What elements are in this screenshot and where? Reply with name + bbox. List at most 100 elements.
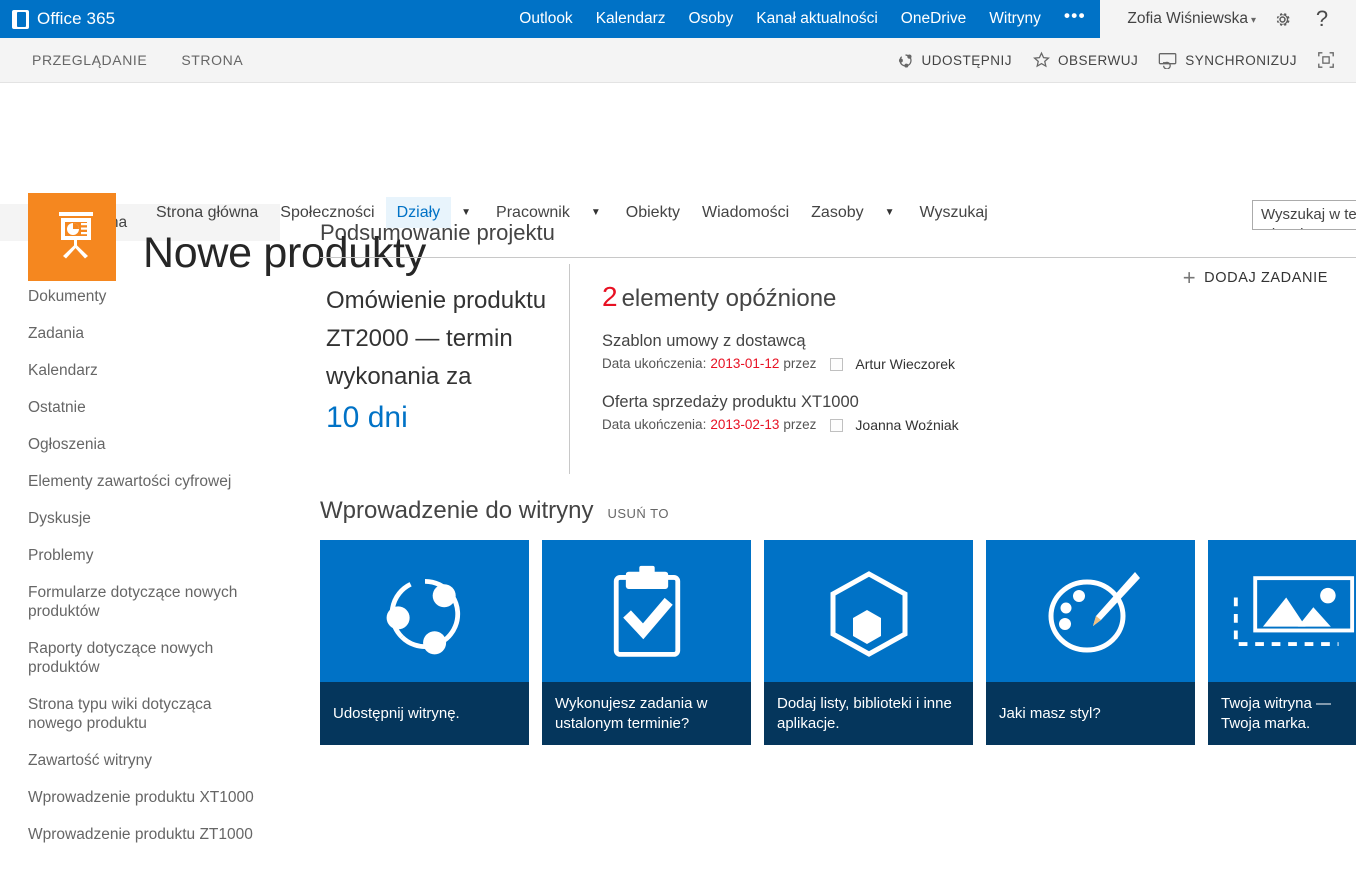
topnav-item-zasoby[interactable]: Zasoby bbox=[800, 197, 874, 228]
get-started-tiles: Udostępnij witrynę. Wykonujesz zadania w… bbox=[320, 540, 1356, 745]
topnav-item-strona-glowna[interactable]: Strona główna bbox=[145, 197, 269, 228]
ribbon-tab-list: PRZEGLĄDANIE STRONA bbox=[32, 38, 243, 82]
sync-icon bbox=[1158, 52, 1178, 69]
task-row[interactable]: Oferta sprzedaży produktu XT1000 Data uk… bbox=[602, 391, 1356, 434]
share-label: UDOSTĘPNIJ bbox=[921, 52, 1012, 68]
presentation-chart-icon bbox=[43, 206, 101, 269]
top-navigation: Strona główna Społeczności Działy ▼ Prac… bbox=[145, 197, 1356, 228]
task-assignee[interactable]: Joanna Woźniak bbox=[855, 416, 958, 434]
tile-your-site-your-brand[interactable]: Twoja witryna — Twoja marka. bbox=[1208, 540, 1356, 745]
tile-tasks-on-time[interactable]: Wykonujesz zadania w ustalonym terminie? bbox=[542, 540, 751, 745]
topnav-item-wiadomosci[interactable]: Wiadomości bbox=[691, 197, 800, 228]
suite-nav-osoby[interactable]: Osoby bbox=[688, 0, 733, 38]
hexagon-cube-icon bbox=[764, 540, 973, 688]
task-row[interactable]: Szablon umowy z dostawcą Data ukończenia… bbox=[602, 330, 1356, 373]
task-title[interactable]: Oferta sprzedaży produktu XT1000 bbox=[602, 391, 1356, 413]
tile-what-is-your-style[interactable]: Jaki masz styl? bbox=[986, 540, 1195, 745]
topnav-item-obiekty[interactable]: Obiekty bbox=[615, 197, 691, 228]
site-logo[interactable] bbox=[28, 193, 116, 281]
suite-bar-right-region: Zofia Wiśniewska ▾ ? bbox=[1100, 0, 1356, 38]
tile-add-apps[interactable]: Dodaj listy, biblioteki i inne aplikacje… bbox=[764, 540, 973, 745]
user-name-label: Zofia Wiśniewska bbox=[1127, 10, 1248, 27]
sidebar-item-raporty-nowych-produktow[interactable]: Raporty dotyczące nowych produktów bbox=[0, 630, 280, 686]
ribbon-tab-przegladanie[interactable]: PRZEGLĄDANIE bbox=[32, 38, 147, 82]
share-people-icon bbox=[320, 540, 529, 688]
topnav-item-spolecznosci[interactable]: Społeczności bbox=[269, 197, 385, 228]
suite-nav-witryny[interactable]: Witryny bbox=[989, 0, 1041, 38]
tile-share-site[interactable]: Udostępnij witrynę. bbox=[320, 540, 529, 745]
suite-nav-kalendarz[interactable]: Kalendarz bbox=[596, 0, 666, 38]
add-task-button[interactable]: + DODAJ ZADANIE bbox=[1183, 267, 1328, 289]
office-365-brand[interactable]: Office 365 bbox=[0, 9, 115, 29]
sidebar-item-strona-wiki-nowego-produktu[interactable]: Strona typu wiki dotycząca nowego produk… bbox=[0, 686, 280, 742]
topnav-caret-zasoby-icon[interactable]: ▼ bbox=[875, 197, 909, 228]
topnav-caret-pracownik-icon[interactable]: ▼ bbox=[581, 197, 615, 228]
share-button[interactable]: UDOSTĘPNIJ bbox=[897, 52, 1012, 69]
due-date: 2013-02-13 bbox=[710, 417, 780, 432]
topnav-item-wyszukaj[interactable]: Wyszukaj bbox=[909, 197, 999, 228]
user-menu[interactable]: Zofia Wiśniewska ▾ bbox=[1113, 10, 1262, 28]
focus-on-content-button[interactable] bbox=[1317, 51, 1342, 69]
tile-caption: Twoja witryna — Twoja marka. bbox=[1208, 682, 1356, 745]
project-summary-overdue: + DODAJ ZADANIE 2 elementy opóźnione Szab… bbox=[570, 264, 1356, 474]
task-complete-checkbox[interactable] bbox=[830, 357, 844, 371]
chevron-down-icon: ▾ bbox=[1250, 15, 1256, 26]
task-meta: Data ukończenia: 2013-02-13 przez Joanna… bbox=[602, 416, 1356, 434]
sidebar-item-kalendarz[interactable]: Kalendarz bbox=[0, 352, 280, 389]
sidebar-item-zadania[interactable]: Zadania bbox=[0, 315, 280, 352]
sidebar-item-wprowadzenie-zt1000[interactable]: Wprowadzenie produktu ZT1000 bbox=[0, 816, 280, 853]
overdue-label: elementy opóźnione bbox=[621, 285, 837, 312]
picture-placeholder-icon bbox=[1208, 540, 1356, 688]
focus-on-content-icon bbox=[1317, 51, 1335, 69]
sidebar-item-formularze-nowych-produktow[interactable]: Formularze dotyczące nowych produktów bbox=[0, 574, 280, 630]
sidebar-item-ogloszenia[interactable]: Ogłoszenia bbox=[0, 426, 280, 463]
question-mark-icon[interactable]: ? bbox=[1302, 0, 1342, 38]
clipboard-check-icon bbox=[542, 540, 751, 688]
topnav-item-pracownik[interactable]: Pracownik bbox=[485, 197, 581, 228]
tile-caption: Wykonujesz zadania w ustalonym terminie? bbox=[542, 682, 751, 745]
sidebar-item-wprowadzenie-xt1000[interactable]: Wprowadzenie produktu XT1000 bbox=[0, 779, 280, 816]
sync-label: SYNCHRONIZUJ bbox=[1185, 52, 1297, 68]
due-date-prefix: Data ukończenia: bbox=[602, 417, 707, 432]
sidebar-item-elementy-zawartosci-cyfrowej[interactable]: Elementy zawartości cyfrowej bbox=[0, 463, 280, 500]
site-header: Strona główna Społeczności Działy ▼ Prac… bbox=[0, 83, 1356, 281]
due-by-label: przez bbox=[783, 356, 817, 371]
office-logo-icon bbox=[12, 9, 29, 29]
ribbon-tab-strona[interactable]: STRONA bbox=[181, 38, 243, 82]
suite-nav-outlook[interactable]: Outlook bbox=[519, 0, 572, 38]
follow-button[interactable]: OBSERWUJ bbox=[1032, 51, 1138, 69]
task-complete-checkbox[interactable] bbox=[830, 418, 844, 432]
task-title[interactable]: Szablon umowy z dostawcą bbox=[602, 330, 1356, 352]
search-input[interactable]: Wyszukaj w tej witrynie bbox=[1252, 200, 1356, 230]
page-body: Strona główna Notes Dokumenty Zadania Ka… bbox=[0, 201, 1356, 887]
sidebar-item-dyskusje[interactable]: Dyskusje bbox=[0, 500, 280, 537]
suite-bar-blue-region: Office 365 Outlook Kalendarz Osoby Kanał… bbox=[0, 0, 1100, 38]
overview-days-remaining: 10 dni bbox=[326, 401, 408, 434]
sidebar-item-zawartosc-witryny[interactable]: Zawartość witryny bbox=[0, 742, 280, 779]
sync-button[interactable]: SYNCHRONIZUJ bbox=[1158, 52, 1297, 69]
project-summary-webpart: Omówienie produktu ZT2000 — termin wykon… bbox=[320, 257, 1356, 474]
tile-caption: Jaki masz styl? bbox=[986, 682, 1195, 745]
share-icon bbox=[897, 52, 914, 69]
ribbon-bar: PRZEGLĄDANIE STRONA UDOSTĘPNIJ OBSERWUJ bbox=[0, 38, 1356, 83]
task-assignee[interactable]: Artur Wieczorek bbox=[855, 355, 955, 373]
task-meta: Data ukończenia: 2013-01-12 przez Artur … bbox=[602, 355, 1356, 373]
gear-icon[interactable] bbox=[1262, 0, 1302, 38]
due-by-label: przez bbox=[783, 417, 817, 432]
sidebar-item-problemy[interactable]: Problemy bbox=[0, 537, 280, 574]
get-started-title: Wprowadzenie do witryny bbox=[320, 497, 594, 524]
sidebar-item-dokumenty[interactable]: Dokumenty bbox=[0, 278, 280, 315]
remove-this-link[interactable]: USUŃ TO bbox=[607, 506, 669, 521]
paint-palette-icon bbox=[986, 540, 1195, 688]
topnav-caret-dzialy-icon[interactable]: ▼ bbox=[451, 197, 485, 228]
suite-nav-onedrive[interactable]: OneDrive bbox=[901, 0, 966, 38]
project-summary-overview: Omówienie produktu ZT2000 — termin wykon… bbox=[320, 264, 570, 474]
suite-nav-kanal-aktualnosci[interactable]: Kanał aktualności bbox=[756, 0, 878, 38]
topnav-item-dzialy[interactable]: Działy bbox=[385, 197, 452, 228]
suite-nav-more-icon[interactable]: ••• bbox=[1064, 6, 1086, 26]
question-mark-glyph: ? bbox=[1315, 6, 1329, 31]
sidebar-item-ostatnie[interactable]: Ostatnie bbox=[0, 389, 280, 426]
follow-label: OBSERWUJ bbox=[1057, 52, 1139, 68]
due-date: 2013-01-12 bbox=[710, 356, 780, 371]
star-icon bbox=[1032, 51, 1051, 69]
